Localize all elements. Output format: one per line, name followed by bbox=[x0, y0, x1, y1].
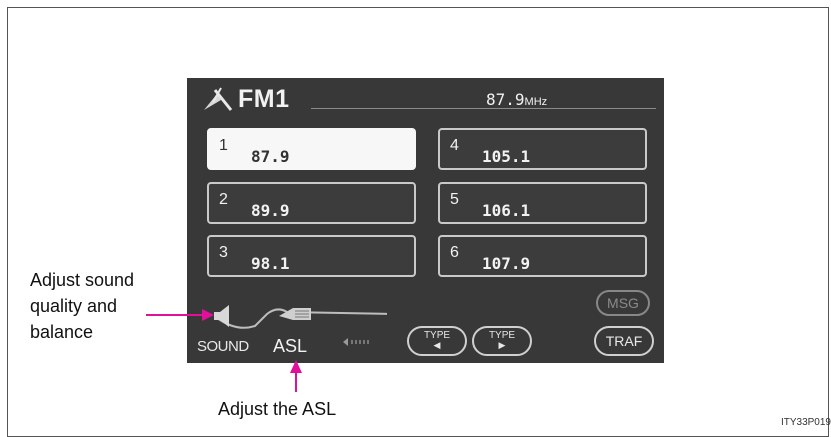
preset-frequency: 87.9 bbox=[251, 147, 290, 166]
frequency-value: 87.9 bbox=[486, 90, 525, 109]
preset-frequency: 107.9 bbox=[482, 254, 531, 273]
asl-button[interactable]: ASL bbox=[267, 298, 323, 358]
preset-frequency: 98.1 bbox=[251, 254, 290, 273]
asl-label: ASL bbox=[273, 336, 308, 356]
speaker-icon bbox=[214, 305, 229, 327]
radio-screen: FM1 87.9MHz 1 87.9 2 89.9 3 98.1 4 105.1… bbox=[187, 78, 664, 363]
msg-button[interactable]: MSG bbox=[596, 290, 650, 316]
sound-callout-line-1: Adjust sound bbox=[30, 270, 135, 290]
preset-number: 4 bbox=[450, 137, 459, 154]
preset-number: 3 bbox=[219, 244, 228, 261]
status-bar: FM1 87.9MHz bbox=[191, 84, 659, 113]
asl-level-icon bbox=[343, 338, 369, 346]
preset-frequency: 89.9 bbox=[251, 201, 290, 220]
preset-number: 2 bbox=[219, 191, 228, 208]
preset-number: 6 bbox=[450, 244, 459, 261]
preset-button-4[interactable]: 4 105.1 bbox=[438, 128, 647, 170]
traf-label: TRAF bbox=[605, 333, 643, 349]
msg-label: MSG bbox=[607, 295, 639, 311]
sound-callout-arrow bbox=[146, 314, 206, 316]
preset-number: 1 bbox=[219, 137, 228, 154]
sound-arrowhead-icon bbox=[202, 309, 214, 321]
sound-callout: Adjust sound quality and balance bbox=[30, 267, 134, 345]
sound-button[interactable]: SOUND bbox=[195, 298, 255, 358]
preset-button-2[interactable]: 2 89.9 bbox=[207, 182, 416, 224]
preset-frequency: 105.1 bbox=[482, 147, 531, 166]
right-triangle-icon: ▶ bbox=[498, 340, 506, 350]
current-frequency: 87.9MHz bbox=[486, 90, 547, 109]
preset-button-1[interactable]: 1 87.9 bbox=[207, 128, 416, 170]
type-next-button[interactable]: TYPE ▶ bbox=[472, 326, 532, 356]
left-triangle-icon: ◀ bbox=[433, 340, 441, 350]
preset-button-6[interactable]: 6 107.9 bbox=[438, 235, 647, 277]
traf-button[interactable]: TRAF bbox=[594, 326, 654, 356]
asl-arrowhead-icon bbox=[290, 360, 302, 373]
preset-number: 5 bbox=[450, 191, 459, 208]
asl-icon bbox=[279, 308, 311, 320]
frequency-unit: MHz bbox=[524, 96, 548, 108]
divider-line bbox=[311, 108, 656, 109]
figure-code: ITY33P019 bbox=[780, 417, 831, 428]
sound-callout-line-2: quality and bbox=[30, 296, 118, 316]
band-label: FM1 bbox=[238, 85, 290, 113]
preset-frequency: 106.1 bbox=[482, 201, 531, 220]
preset-button-3[interactable]: 3 98.1 bbox=[207, 235, 416, 277]
antenna-icon bbox=[204, 87, 233, 111]
type-prev-button[interactable]: TYPE ◀ bbox=[407, 326, 467, 356]
sound-label: SOUND bbox=[197, 338, 249, 355]
sound-callout-line-3: balance bbox=[30, 322, 94, 342]
preset-button-5[interactable]: 5 106.1 bbox=[438, 182, 647, 224]
asl-callout: Adjust the ASL bbox=[218, 399, 337, 419]
